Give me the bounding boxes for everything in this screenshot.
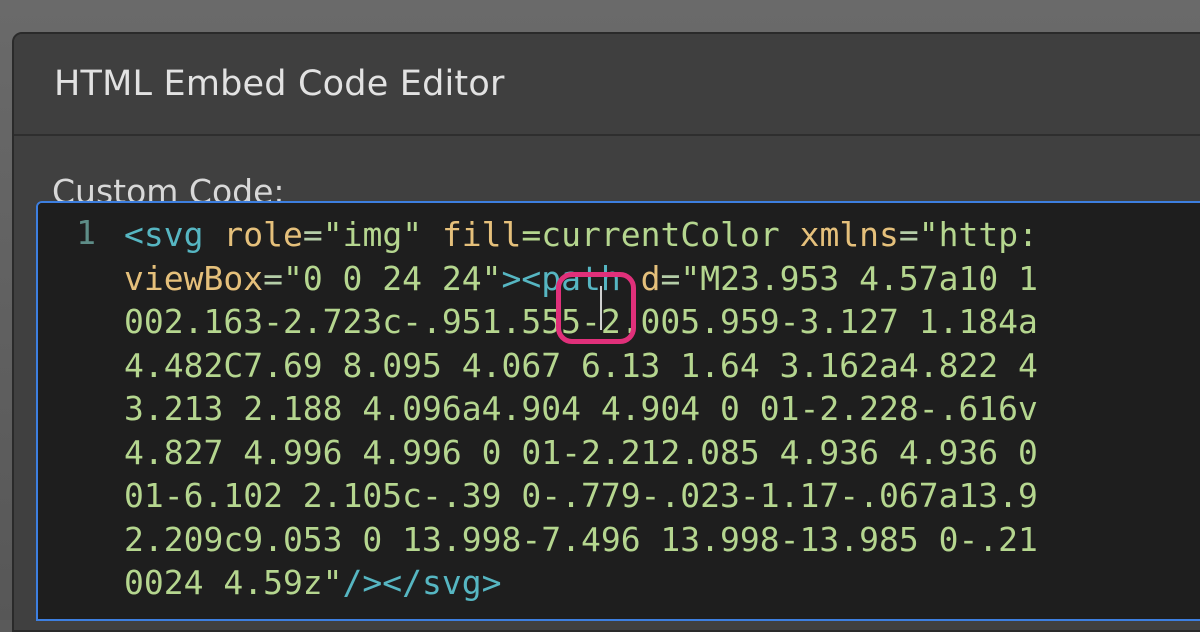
code-token: d [640, 258, 661, 298]
code-token: 002.163-2.723c-.951.555-2.005.959-3.127 … [124, 302, 1038, 341]
code-token: "M23.953 4.57a10 1 [680, 258, 1038, 298]
code-line[interactable]: 3.213 2.188 4.096a4.904 4.904 0 01-2.228… [124, 387, 1038, 431]
code-token: viewBox [124, 258, 264, 298]
code-token: "img" [322, 215, 423, 254]
code-editor[interactable]: 1 <svg role="img" fill=currentColor xmln… [36, 201, 1200, 621]
code-token: =currentColor [521, 215, 800, 254]
dialog-header: HTML Embed Code Editor [14, 34, 1200, 136]
code-token: fill [441, 215, 522, 254]
code-token: xmlns [799, 215, 899, 254]
code-token: <svg [124, 215, 204, 254]
code-token: 0024 4.59z" [124, 563, 343, 602]
code-line[interactable]: 4.482C7.69 8.095 4.067 6.13 1.64 3.162a4… [124, 344, 1038, 388]
code-token: 4.482C7.69 8.095 4.067 6.13 1.64 3.162a4… [124, 345, 1038, 385]
code-line[interactable]: 0024 4.59z"/></svg> [124, 561, 1038, 605]
dialog-title: HTML Embed Code Editor [54, 64, 505, 104]
code-token: = [660, 258, 681, 298]
code-token: "http: [918, 215, 1039, 254]
line-gutter: 1 [38, 203, 118, 619]
code-token: ><path [501, 258, 621, 298]
code-line[interactable]: <svg role="img" fill=currentColor xmlns=… [124, 213, 1038, 257]
line-number: 1 [76, 213, 96, 252]
text-cursor [600, 286, 602, 330]
code-token: 01-6.102 2.105c-.39 0-.779-.023-1.17-.06… [124, 476, 1038, 515]
code-token: = [302, 215, 323, 254]
code-token: 4.827 4.996 4.996 0 01-2.212.085 4.936 4… [124, 432, 1038, 472]
code-line[interactable]: 2.209c9.053 0 13.998-7.496 13.998-13.985… [124, 518, 1038, 562]
code-token: = [263, 258, 283, 298]
code-token: 3.213 2.188 4.096a4.904 4.904 0 01-2.228… [124, 389, 1038, 428]
code-token: "0 0 24 24" [282, 258, 502, 298]
code-line[interactable]: 4.827 4.996 4.996 0 01-2.212.085 4.936 4… [124, 431, 1038, 475]
code-token: role [223, 215, 303, 254]
code-text[interactable]: <svg role="img" fill=currentColor xmlns=… [124, 213, 1038, 605]
code-token: /></svg> [342, 563, 502, 602]
code-token: 2.209c9.053 0 13.998-7.496 13.998-13.985… [124, 519, 1038, 559]
code-token: = [898, 215, 919, 254]
code-line[interactable]: viewBox="0 0 24 24"><path d="M23.953 4.5… [124, 257, 1038, 301]
code-line[interactable]: 002.163-2.723c-.951.555-2.005.959-3.127 … [124, 300, 1038, 344]
code-line[interactable]: 01-6.102 2.105c-.39 0-.779-.023-1.17-.06… [124, 474, 1038, 518]
